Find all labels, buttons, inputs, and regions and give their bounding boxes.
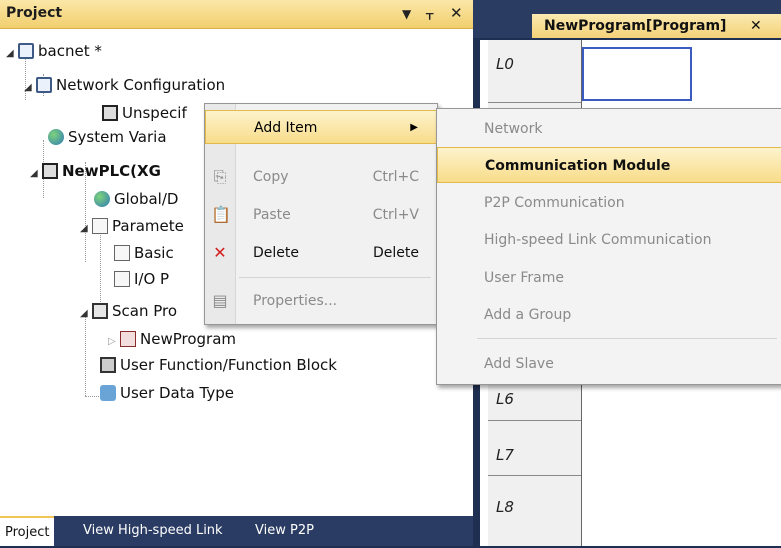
delete-icon: ✕: [213, 243, 227, 262]
program-icon: [120, 331, 136, 347]
tree-node-system-variable[interactable]: System Varia: [48, 126, 167, 148]
plc-icon: [42, 163, 58, 179]
tab-newprogram[interactable]: NewProgram[Program] ✕: [532, 14, 781, 38]
project-bottom-tabs: Project View High-speed Link View P2P: [0, 516, 473, 546]
properties-icon: ▤: [212, 291, 228, 310]
scan-program-icon: [92, 303, 108, 319]
submenu-item-add-slave[interactable]: Add Slave: [437, 346, 781, 382]
tree-node-network-configuration[interactable]: ◢ Network Configuration: [24, 74, 225, 96]
network-icon: [36, 77, 52, 93]
panel-dropdown-icon[interactable]: ▼: [402, 7, 411, 21]
tree-node-scan-program[interactable]: ◢ Scan Pro: [80, 300, 177, 322]
panel-pin-icon[interactable]: ᚁ: [426, 4, 433, 22]
menu-item-properties[interactable]: ▤ Properties...: [205, 284, 437, 318]
submenu-item-network[interactable]: Network: [437, 111, 781, 147]
tree-node-user-function-block[interactable]: User Function/Function Block: [100, 354, 337, 376]
rung-label: L8: [496, 498, 514, 516]
collapse-icon[interactable]: ◢: [6, 43, 18, 65]
panel-close-icon[interactable]: ✕: [450, 4, 463, 22]
collapse-icon[interactable]: ◢: [80, 218, 92, 240]
add-item-submenu: Network Communication Module P2P Communi…: [436, 108, 781, 385]
tree-node-basic-parameter[interactable]: Basic: [114, 242, 174, 264]
collapse-icon[interactable]: ◢: [24, 77, 36, 99]
variable-globe-icon: [94, 191, 110, 207]
menu-item-add-item[interactable]: Add Item ▶: [205, 110, 437, 144]
tree-node-bacnet[interactable]: ◢ bacnet *: [6, 40, 102, 62]
tree-node-io-parameter[interactable]: I/O P: [114, 268, 169, 290]
rung-label: L6: [496, 390, 514, 408]
tree-node-user-data-type[interactable]: User Data Type: [100, 382, 234, 404]
submenu-item-p2p-communication[interactable]: P2P Communication: [437, 185, 781, 221]
submenu-item-communication-module[interactable]: Communication Module: [437, 147, 781, 183]
tree-node-parameter[interactable]: ◢ Paramete: [80, 215, 184, 237]
tree-node-global-direct[interactable]: Global/D: [94, 188, 178, 210]
collapse-icon[interactable]: ◢: [80, 303, 92, 325]
copy-icon: ⎘: [213, 167, 227, 186]
project-panel-title: Project: [6, 5, 63, 21]
variable-globe-icon: [48, 129, 64, 145]
menu-item-paste[interactable]: 📋 Paste Ctrl+V: [205, 198, 437, 232]
tree-node-unspecified[interactable]: Unspecif: [102, 102, 187, 124]
tab-project[interactable]: Project: [0, 516, 55, 546]
submenu-item-high-speed-link[interactable]: High-speed Link Communication: [437, 222, 781, 258]
module-icon: [102, 105, 118, 121]
tree-node-newplc[interactable]: ◢ NewPLC(XG: [30, 160, 161, 182]
submenu-item-user-frame[interactable]: User Frame: [437, 260, 781, 296]
menu-item-copy[interactable]: ⎘ Copy Ctrl+C: [205, 160, 437, 194]
parameter-icon: [92, 218, 108, 234]
io-parameter-icon: [114, 271, 130, 287]
ladder-cell-cursor[interactable]: [582, 47, 692, 101]
function-block-icon: [100, 357, 116, 373]
basic-parameter-icon: [114, 245, 130, 261]
menu-item-delete[interactable]: ✕ Delete Delete: [205, 236, 437, 270]
submenu-arrow-icon: ▶: [410, 122, 418, 133]
rung-label: L0: [496, 55, 514, 73]
tab-view-p2p[interactable]: View P2P: [250, 516, 319, 546]
rung-label: L7: [496, 446, 514, 464]
expand-icon[interactable]: ▷: [108, 331, 120, 353]
tab-close-icon[interactable]: ✕: [750, 14, 762, 38]
tree-node-newprogram[interactable]: ▷ NewProgram: [108, 328, 236, 350]
project-panel-header: Project ▼ ᚁ ✕: [0, 0, 473, 29]
network-icon: [18, 43, 34, 59]
submenu-item-add-a-group[interactable]: Add a Group: [437, 297, 781, 333]
paste-icon: 📋: [211, 205, 231, 224]
context-menu: Add Item ▶ ⎘ Copy Ctrl+C 📋 Paste Ctrl+V …: [204, 103, 438, 325]
collapse-icon[interactable]: ◢: [30, 163, 42, 185]
tab-view-high-speed-link[interactable]: View High-speed Link: [78, 516, 228, 546]
user-data-type-icon: [100, 385, 116, 401]
